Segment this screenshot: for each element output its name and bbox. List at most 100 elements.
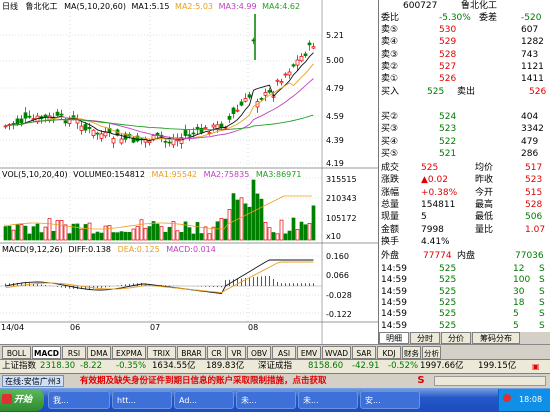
buy-sell-row: 买入 525 卖出 526 <box>379 87 550 98</box>
sz-index-pct: -0.52% <box>388 361 419 371</box>
volume-bar <box>311 205 316 241</box>
trade-volume: 30 <box>513 286 525 297</box>
volume-bar <box>227 209 232 241</box>
online-server-label[interactable]: 在线:安信广州3 <box>2 375 64 387</box>
candle-body <box>259 98 264 100</box>
volume-bar <box>171 221 176 241</box>
trade-row[interactable]: 14:59 525 30 S <box>379 287 550 298</box>
indicator-tab[interactable]: VR <box>227 346 246 359</box>
stat-label: 总量 <box>381 199 400 210</box>
macd-diff: DIFF:0.138 <box>68 245 112 254</box>
volume-bar <box>103 225 108 241</box>
volume-bar <box>59 220 64 241</box>
indicator-tab[interactable]: WVAD <box>322 346 351 359</box>
volume-bar <box>207 233 212 241</box>
macd-tick: -0.122 <box>326 310 352 319</box>
indicator-tab[interactable]: BOLL <box>2 346 31 359</box>
ask-row[interactable]: 卖⑤ 530 607 <box>379 25 550 36</box>
indicator-tab[interactable]: OBV <box>247 346 271 359</box>
stat-value: ▲0.02 <box>421 175 448 186</box>
volume-bar <box>63 224 68 241</box>
vol-ma2: MA2:75835 <box>203 170 250 179</box>
ask-row[interactable]: 卖① 526 1411 <box>379 74 550 85</box>
indicator-tab[interactable]: 财务 <box>402 346 421 359</box>
indicator-tab[interactable]: CR <box>207 346 226 359</box>
trade-row[interactable]: 14:59 525 18 S <box>379 298 550 309</box>
taskbar-button[interactable]: 未... <box>236 391 296 409</box>
volume-bar <box>127 232 132 241</box>
volume-bar <box>87 222 92 241</box>
indicator-tab[interactable]: 分析 <box>422 346 441 359</box>
alert-icon[interactable]: ▣ <box>532 360 540 373</box>
taskbar-button[interactable]: 我... <box>48 391 110 409</box>
candle-body <box>283 73 288 76</box>
sz-index-amount: 1997.66亿 <box>420 361 464 371</box>
taskbar-button[interactable]: 未... <box>298 391 358 409</box>
bid-row[interactable]: 买③ 523 3342 <box>379 124 550 135</box>
taskbar-button[interactable]: htt... <box>112 391 172 409</box>
stat-value: 5 <box>421 212 427 223</box>
volume-bar <box>143 227 148 241</box>
buy-in-label: 买入 <box>381 87 400 97</box>
volume-bar <box>167 226 172 241</box>
volume-bar <box>119 231 124 241</box>
ma1-value: MA1:5.15 <box>131 2 170 11</box>
start-button[interactable]: 开始 <box>0 389 44 411</box>
volume-bar <box>83 224 88 241</box>
trade-time: 14:59 <box>381 309 407 320</box>
stat-label: 换手 <box>381 236 400 247</box>
candle-body <box>195 126 200 130</box>
indicator-tab[interactable]: KDJ <box>377 346 401 359</box>
volume-bar <box>279 219 284 241</box>
trade-row[interactable]: 14:59 525 12 S <box>379 264 550 275</box>
candle-body <box>243 98 248 102</box>
volume-bar <box>75 223 80 241</box>
volume-bar <box>291 217 296 241</box>
detail-tab[interactable]: 分价 <box>441 332 471 344</box>
price-tick: 4.59 <box>326 112 344 121</box>
ask-row[interactable]: 卖② 527 1121 <box>379 62 550 73</box>
scroll-notice-text[interactable]: 有效期及缺失身份证件到期日信息的账户采取限制措施，点击获取 <box>80 375 327 387</box>
indicator-tab[interactable]: BRAR <box>177 346 206 359</box>
bid-row[interactable]: 买④ 522 479 <box>379 137 550 148</box>
stat-value: 1.07 <box>525 224 546 235</box>
trade-row[interactable]: 14:59 525 100 S <box>379 275 550 286</box>
taskbar-button[interactable]: 安... <box>360 391 420 409</box>
stock-name-label: 鲁北化工 <box>25 2 58 11</box>
indicator-tab[interactable]: EXPMA <box>112 346 146 359</box>
indicator-tab[interactable]: SAR <box>352 346 376 359</box>
ask-volume: 743 <box>521 49 539 60</box>
indicator-tab[interactable]: TRIX <box>147 346 176 359</box>
bid-row[interactable]: 买⑤ 521 286 <box>379 149 550 160</box>
volume-bar <box>243 203 248 241</box>
indicator-tab[interactable]: MACD <box>32 346 61 359</box>
ask-price: 530 <box>439 25 457 35</box>
ma2-value: MA2:5.03 <box>175 2 214 11</box>
detail-tab[interactable]: 明细 <box>379 332 409 344</box>
detail-tab[interactable]: 分时 <box>410 332 440 344</box>
trade-row[interactable]: 14:59 525 5 S <box>379 309 550 320</box>
detail-tab[interactable]: 筹码分布 <box>472 332 520 344</box>
candle-body <box>199 127 204 133</box>
candle-body <box>295 59 300 66</box>
volume-bar <box>259 198 264 241</box>
bid-row[interactable]: 买② 524 404 <box>379 112 550 123</box>
vol-title: VOL(5,10,20,40) <box>2 170 68 179</box>
trade-volume: 100 <box>513 275 531 286</box>
candle-body <box>23 112 28 119</box>
candle-body <box>287 71 292 76</box>
taskbar-button[interactable]: Ad... <box>174 391 234 409</box>
indicator-tab[interactable]: EMV <box>297 346 321 359</box>
tray-icon[interactable] <box>503 394 511 402</box>
indicator-tab[interactable]: ASI <box>272 346 296 359</box>
volume-bar <box>231 193 236 241</box>
indicator-tab[interactable]: RSI <box>62 346 86 359</box>
candle-body <box>303 53 308 57</box>
inner-label: 内盘 <box>457 251 476 261</box>
ask-row[interactable]: 卖④ 529 1282 <box>379 37 550 48</box>
volume-bar <box>135 226 140 241</box>
trade-row[interactable]: 14:59 525 5 S <box>379 321 550 332</box>
ask-row[interactable]: 卖③ 528 743 <box>379 50 550 61</box>
indicator-tab[interactable]: DMA <box>87 346 111 359</box>
chart-area[interactable]: 日线 鲁北化工 MA(5,10,20,60) MA1:5.15 MA2:5.03… <box>0 0 378 344</box>
